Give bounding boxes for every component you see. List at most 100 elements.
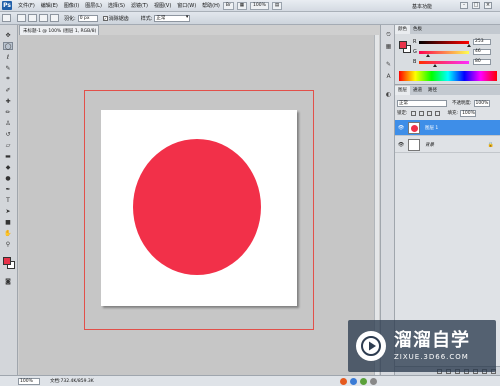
quick-mask-icon[interactable]: ◙: [3, 277, 13, 285]
dodge-tool-icon[interactable]: ●: [3, 174, 13, 182]
marquee-tool-icon[interactable]: ◯: [3, 42, 13, 50]
tray-network-icon[interactable]: [350, 378, 357, 385]
antialias-label: 消除锯齿: [108, 15, 129, 22]
menu-window[interactable]: 窗口(W): [177, 2, 196, 9]
color-panel: 颜色 色板 R 253 G 46 B 80: [395, 25, 500, 85]
path-select-tool-icon[interactable]: ➤: [3, 207, 13, 215]
lock-icon: 🔒: [487, 141, 494, 148]
eyedropper-tool-icon[interactable]: ✐: [3, 86, 13, 94]
fill-input[interactable]: 100%: [460, 109, 477, 117]
tray-volume-icon[interactable]: [360, 378, 367, 385]
canvas[interactable]: [101, 110, 297, 306]
eye-icon[interactable]: 👁: [397, 125, 405, 131]
lasso-tool-icon[interactable]: ℓ: [3, 53, 13, 61]
minibridge-icon[interactable]: ▦: [236, 1, 248, 10]
tray-app-icon[interactable]: [340, 378, 347, 385]
subtract-selection-icon[interactable]: [39, 14, 48, 22]
red-circle[interactable]: [133, 139, 261, 275]
tab-color[interactable]: 颜色: [395, 25, 410, 34]
tool-preset-icon[interactable]: [2, 14, 11, 22]
menubar-zoom[interactable]: 100%: [250, 1, 269, 10]
menu-bar: Ps 文件(F) 编辑(E) 图像(I) 图层(L) 选择(S) 滤镜(T) 视…: [0, 0, 500, 12]
add-selection-icon[interactable]: [28, 14, 37, 22]
tab-channels[interactable]: 通道: [410, 86, 425, 95]
properties-panel-icon[interactable]: ▦: [384, 43, 393, 51]
slider-value-r[interactable]: 253: [473, 39, 491, 45]
menu-view[interactable]: 视图(V): [154, 2, 171, 9]
menu-filter[interactable]: 滤镜(T): [131, 2, 148, 9]
pen-tool-icon[interactable]: ✒: [3, 185, 13, 193]
slider-thumb-r[interactable]: [466, 43, 471, 47]
gradient-tool-icon[interactable]: ▬: [3, 152, 13, 160]
brush-panel-icon[interactable]: ✎: [384, 61, 393, 69]
slider-thumb-b[interactable]: [432, 63, 437, 67]
tab-paths[interactable]: 路径: [425, 86, 440, 95]
feather-input[interactable]: 0 px: [77, 14, 98, 22]
move-tool-icon[interactable]: ✥: [3, 31, 13, 39]
close-button[interactable]: ×: [484, 2, 492, 9]
bridge-icon[interactable]: Br: [222, 1, 234, 10]
maximize-button[interactable]: □: [472, 2, 480, 9]
tab-swatches[interactable]: 色板: [410, 25, 425, 34]
slider-value-g[interactable]: 46: [473, 49, 491, 55]
type-tool-icon[interactable]: T: [3, 196, 13, 204]
zoom-tool-icon[interactable]: ⚲: [3, 240, 13, 248]
lock-pixels-icon[interactable]: [418, 110, 424, 116]
clone-stamp-tool-icon[interactable]: ♙: [3, 119, 13, 127]
lock-all-icon[interactable]: [434, 110, 440, 116]
layer-name: 背景: [425, 142, 434, 148]
hand-tool-icon[interactable]: ✋: [3, 229, 13, 237]
shape-tool-icon[interactable]: ■: [3, 218, 13, 226]
tray-settings-icon[interactable]: [370, 378, 377, 385]
tray-icons: [340, 378, 377, 385]
document-info[interactable]: 文档:732.4K/859.3K: [50, 378, 94, 384]
layer-row-layer1[interactable]: 👁 图层 1: [395, 120, 500, 136]
adjustments-panel-icon[interactable]: ◐: [384, 91, 393, 99]
character-panel-icon[interactable]: A: [384, 73, 393, 81]
healing-brush-tool-icon[interactable]: ✚: [3, 97, 13, 105]
style-select[interactable]: 正常: [154, 14, 191, 22]
blend-mode-select[interactable]: 正常: [397, 99, 447, 107]
foreground-color-swatch[interactable]: [3, 257, 11, 265]
intersect-selection-icon[interactable]: [50, 14, 59, 22]
layer-thumbnail: [408, 138, 420, 151]
document-tab[interactable]: 未标题-1 @ 100% (图层 1, RGB/8) ×: [19, 25, 99, 35]
tab-layers[interactable]: 图层: [395, 86, 410, 95]
layer-thumbnail: [408, 121, 420, 134]
lock-transparency-icon[interactable]: [410, 110, 416, 116]
quick-select-tool-icon[interactable]: ✎: [3, 64, 13, 72]
status-zoom-field[interactable]: 100%: [18, 377, 40, 385]
menu-layer[interactable]: 图层(L): [85, 2, 102, 9]
menu-help[interactable]: 帮助(H): [202, 2, 220, 9]
blur-tool-icon[interactable]: ◆: [3, 163, 13, 171]
brush-tool-icon[interactable]: ✏: [3, 108, 13, 116]
menu-file[interactable]: 文件(F): [18, 2, 35, 9]
watermark-title: 溜溜自学: [394, 330, 470, 351]
arrange-icon[interactable]: ▤: [271, 1, 283, 10]
eraser-tool-icon[interactable]: ▱: [3, 141, 13, 149]
new-selection-icon[interactable]: [17, 14, 26, 22]
menu-select[interactable]: 选择(S): [108, 2, 125, 9]
lock-position-icon[interactable]: [426, 110, 432, 116]
slider-track-r[interactable]: [419, 40, 471, 47]
history-panel-icon[interactable]: ⏲: [384, 31, 393, 39]
color-spectrum-bar[interactable]: [399, 71, 497, 81]
panel-foreground-swatch[interactable]: [399, 41, 407, 49]
opacity-input[interactable]: 100%: [473, 99, 490, 107]
close-icon[interactable]: ×: [98, 28, 99, 34]
slider-track-g[interactable]: [419, 50, 469, 57]
play-logo-svg: [361, 336, 381, 356]
slider-value-b[interactable]: 80: [473, 59, 491, 65]
layer-row-background[interactable]: 👁 背景 🔒: [395, 137, 500, 153]
minimize-button[interactable]: -: [460, 2, 468, 9]
slider-track-b[interactable]: [419, 60, 469, 67]
workspace-switcher[interactable]: 基本功能: [412, 3, 432, 10]
antialias-checkbox[interactable]: ✓: [102, 15, 108, 21]
slider-thumb-g[interactable]: [426, 53, 430, 57]
menu-image[interactable]: 图像(I): [64, 2, 79, 9]
history-brush-tool-icon[interactable]: ↺: [3, 130, 13, 138]
options-bar: 羽化: 0 px ✓ 消除锯齿 样式: 正常: [0, 12, 500, 25]
crop-tool-icon[interactable]: ⌗: [3, 75, 13, 83]
menu-edit[interactable]: 编辑(E): [41, 2, 58, 9]
eye-icon[interactable]: 👁: [397, 142, 405, 148]
